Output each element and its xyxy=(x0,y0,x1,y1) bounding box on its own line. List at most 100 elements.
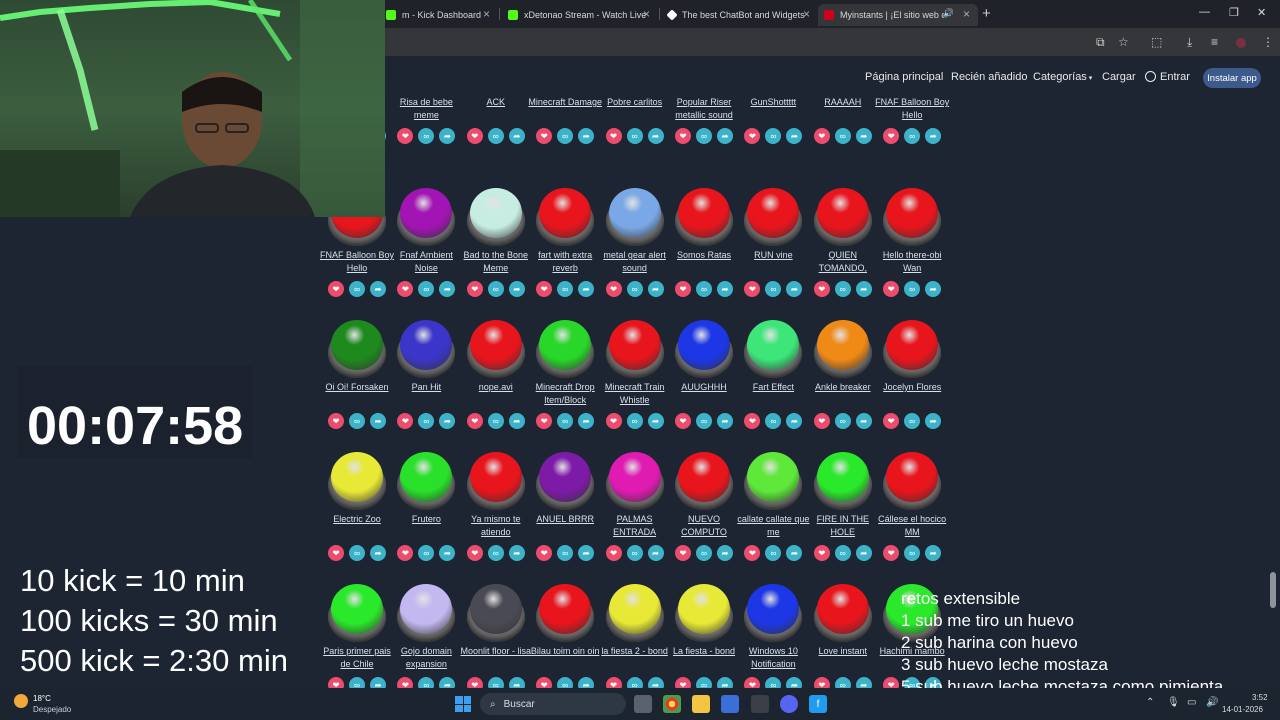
share-icon[interactable]: ➦ xyxy=(370,413,386,429)
share-icon[interactable]: ➦ xyxy=(370,281,386,297)
share-icon[interactable]: ➦ xyxy=(717,128,733,144)
share-icon[interactable]: ➦ xyxy=(855,281,872,297)
link-icon[interactable]: ∞ xyxy=(487,128,504,144)
share-icon[interactable]: ➦ xyxy=(578,128,595,144)
nav-categories[interactable]: Categorías ▾ xyxy=(1033,71,1092,83)
instant-label[interactable]: Cállese el hocico MM xyxy=(874,513,950,539)
instant-play-button[interactable] xyxy=(883,188,942,246)
instant-label[interactable]: Ankle breaker xyxy=(805,381,881,394)
link-icon[interactable]: ∞ xyxy=(557,128,574,144)
heart-icon[interactable]: ❤ xyxy=(397,413,414,429)
link-icon[interactable]: ∞ xyxy=(765,281,782,297)
tab-xdetonao-stream[interactable]: xDetonao Stream - Watch Live × xyxy=(502,4,658,26)
link-icon[interactable]: ∞ xyxy=(349,413,365,429)
menu-icon[interactable]: ⋮ xyxy=(1262,35,1274,49)
heart-icon[interactable]: ❤ xyxy=(536,128,553,144)
link-icon[interactable]: ∞ xyxy=(904,281,921,297)
heart-icon[interactable]: ❤ xyxy=(536,545,553,561)
share-icon[interactable]: ➦ xyxy=(855,128,872,144)
instant-label[interactable]: nope.avi xyxy=(458,381,534,394)
share-icon[interactable]: ➦ xyxy=(855,413,872,429)
taskbar-search[interactable]: ⌕ Buscar xyxy=(480,693,626,715)
link-icon[interactable]: ∞ xyxy=(834,545,851,561)
share-icon[interactable]: ➦ xyxy=(925,281,942,297)
heart-icon[interactable]: ❤ xyxy=(675,128,691,144)
instant-label[interactable]: Windows 10 Notification xyxy=(735,645,811,671)
link-icon[interactable]: ∞ xyxy=(834,281,851,297)
link-icon[interactable]: ∞ xyxy=(557,281,574,297)
extensions-icon[interactable]: ⬚ xyxy=(1151,35,1162,49)
clock-date[interactable]: 14-01-2026 xyxy=(1222,705,1263,714)
link-icon[interactable]: ∞ xyxy=(418,128,435,144)
store-icon[interactable] xyxy=(721,695,739,713)
instant-play-button[interactable] xyxy=(466,452,525,510)
share-icon[interactable]: ➦ xyxy=(439,281,456,297)
instant-play-button[interactable] xyxy=(675,188,733,246)
close-icon[interactable]: × xyxy=(643,7,650,21)
link-icon[interactable]: ∞ xyxy=(696,128,712,144)
instant-play-button[interactable] xyxy=(397,188,456,246)
instant-label[interactable]: FIRE IN THE HOLE xyxy=(805,513,881,539)
heart-icon[interactable]: ❤ xyxy=(328,545,344,561)
heart-icon[interactable]: ❤ xyxy=(813,413,830,429)
microphone-icon[interactable]: 🎙 xyxy=(1167,697,1180,708)
maximize-icon[interactable]: ❐ xyxy=(1229,6,1239,19)
install-page-icon[interactable]: ⧉ xyxy=(1096,35,1105,50)
link-icon[interactable]: ∞ xyxy=(418,545,435,561)
instant-label[interactable]: Love instant xyxy=(805,645,881,658)
share-icon[interactable]: ➦ xyxy=(439,128,456,144)
link-icon[interactable]: ∞ xyxy=(418,281,435,297)
share-icon[interactable]: ➦ xyxy=(508,281,525,297)
heart-icon[interactable]: ❤ xyxy=(466,281,483,297)
instant-label[interactable]: Fart Effect xyxy=(735,381,811,394)
heart-icon[interactable]: ❤ xyxy=(813,128,830,144)
heart-icon[interactable]: ❤ xyxy=(883,545,900,561)
link-icon[interactable]: ∞ xyxy=(626,413,643,429)
share-icon[interactable]: ➦ xyxy=(578,545,595,561)
heart-icon[interactable]: ❤ xyxy=(813,281,830,297)
heart-icon[interactable]: ❤ xyxy=(466,413,483,429)
share-icon[interactable]: ➦ xyxy=(647,128,664,144)
heart-icon[interactable]: ❤ xyxy=(328,281,344,297)
new-tab-icon[interactable]: + xyxy=(982,5,991,22)
instant-label[interactable]: Risa de bebe meme xyxy=(388,98,464,122)
link-icon[interactable]: ∞ xyxy=(904,413,921,429)
link-icon[interactable]: ∞ xyxy=(696,545,712,561)
link-icon[interactable]: ∞ xyxy=(765,128,782,144)
instant-play-button[interactable] xyxy=(328,320,386,378)
link-icon[interactable]: ∞ xyxy=(626,281,643,297)
network-icon[interactable]: ▭ xyxy=(1187,697,1196,708)
instant-label[interactable]: Jocelyn Flores xyxy=(874,381,950,394)
instant-play-button[interactable] xyxy=(397,320,456,378)
link-icon[interactable]: ∞ xyxy=(487,413,504,429)
heart-icon[interactable]: ❤ xyxy=(883,413,900,429)
share-icon[interactable]: ➦ xyxy=(647,545,664,561)
tab-chatbot-widgets[interactable]: The best ChatBot and Widgets × xyxy=(662,4,818,26)
instant-label[interactable]: la fiesta 2 - bond xyxy=(597,645,673,658)
instant-play-button[interactable] xyxy=(883,452,942,510)
heart-icon[interactable]: ❤ xyxy=(675,281,691,297)
instant-label[interactable]: Paris primer pais de Chile xyxy=(319,645,395,671)
instant-label[interactable]: Electric Zoo xyxy=(319,513,395,526)
link-icon[interactable]: ∞ xyxy=(626,128,643,144)
instant-label[interactable]: RUN vine xyxy=(735,249,811,262)
link-icon[interactable]: ∞ xyxy=(557,545,574,561)
instant-play-button[interactable] xyxy=(536,452,595,510)
instant-play-button[interactable] xyxy=(328,584,386,642)
scrollbar-thumb[interactable] xyxy=(1270,572,1276,608)
link-icon[interactable]: ∞ xyxy=(487,281,504,297)
share-icon[interactable]: ➦ xyxy=(925,413,942,429)
instant-label[interactable]: Bilau toim oin oin xyxy=(527,645,603,658)
clock-time[interactable]: 3:52 xyxy=(1252,693,1268,702)
instant-play-button[interactable] xyxy=(466,584,525,642)
instant-label[interactable]: callate callate que me xyxy=(735,513,811,539)
task-view-icon[interactable] xyxy=(634,695,652,713)
heart-icon[interactable]: ❤ xyxy=(397,281,414,297)
heart-icon[interactable]: ❤ xyxy=(536,281,553,297)
heart-icon[interactable]: ❤ xyxy=(744,545,761,561)
instant-label[interactable]: Hello there-obi Wan xyxy=(874,249,950,275)
nav-home[interactable]: Página principal xyxy=(865,71,943,83)
share-icon[interactable]: ➦ xyxy=(647,413,664,429)
file-explorer-icon[interactable] xyxy=(692,695,710,713)
instant-play-button[interactable] xyxy=(813,320,872,378)
